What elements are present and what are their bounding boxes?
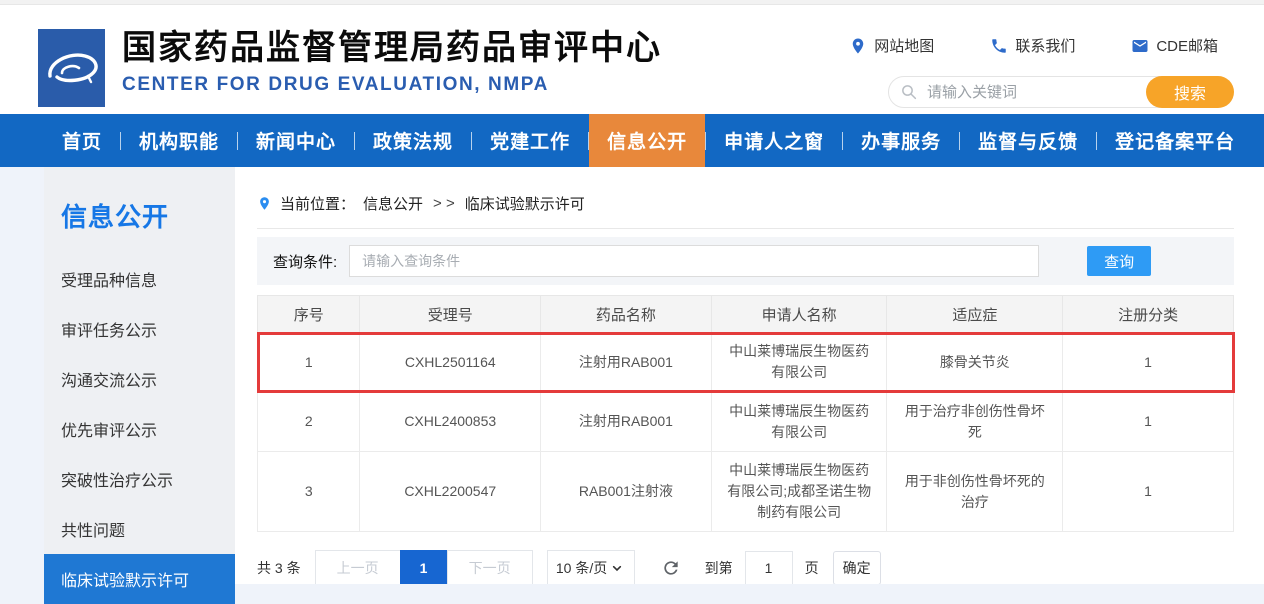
table-cell: 1 bbox=[1063, 333, 1234, 392]
quick-links: 网站地图 联系我们 CDE邮箱 bbox=[849, 35, 1218, 56]
results-table-body: 1CXHL2501164注射用RAB001中山莱博瑞辰生物医药有限公司膝骨关节炎… bbox=[258, 333, 1234, 532]
table-row-1[interactable]: 1CXHL2501164注射用RAB001中山莱博瑞辰生物医药有限公司膝骨关节炎… bbox=[258, 333, 1234, 392]
column-header: 药品名称 bbox=[541, 296, 712, 333]
mail-icon bbox=[1131, 37, 1149, 55]
refresh-icon[interactable] bbox=[661, 558, 681, 578]
sidebar-item-2[interactable]: 审评任务公示 bbox=[44, 304, 235, 354]
table-cell: CXHL2501164 bbox=[360, 333, 541, 392]
breadcrumb-label: 当前位置： bbox=[280, 193, 355, 214]
pagination-bar: 共 3 条 上一页 1 下一页 10 条/页 到第 页 确定 bbox=[257, 550, 1234, 584]
table-row-3[interactable]: 3CXHL2200547RAB001注射液中山莱博瑞辰生物医药有限公司;成都圣诺… bbox=[258, 452, 1234, 532]
page-number-1[interactable]: 1 bbox=[400, 550, 448, 584]
goto-page-label: 到第 bbox=[705, 558, 733, 578]
goto-page-input[interactable] bbox=[745, 551, 793, 584]
main-nav-items: 首页机构职能新闻中心政策法规党建工作信息公开申请人之窗办事服务监督与反馈登记备案… bbox=[44, 114, 1253, 167]
nav-item-10[interactable]: 登记备案平台 bbox=[1097, 114, 1253, 167]
query-input[interactable] bbox=[349, 245, 1039, 277]
location-pin-icon bbox=[257, 196, 272, 211]
breadcrumb-link-current-page[interactable]: 临床试验默示许可 bbox=[465, 193, 585, 214]
goto-page-unit: 页 bbox=[805, 558, 819, 578]
sidebar-item-4[interactable]: 优先审评公示 bbox=[44, 404, 235, 454]
results-table: 序号受理号药品名称申请人名称适应症注册分类 1CXHL2501164注射用RAB… bbox=[257, 295, 1234, 532]
cde-logo bbox=[38, 29, 105, 107]
table-cell: 用于治疗非创伤性骨坏死 bbox=[887, 392, 1063, 452]
quick-link-3[interactable]: CDE邮箱 bbox=[1131, 35, 1218, 56]
results-table-head: 序号受理号药品名称申请人名称适应症注册分类 bbox=[258, 296, 1234, 333]
prev-page-button[interactable]: 上一页 bbox=[315, 550, 401, 584]
breadcrumb-divider bbox=[257, 228, 1234, 229]
column-header: 申请人名称 bbox=[711, 296, 887, 333]
sidebar-title: 信息公开 bbox=[61, 197, 235, 234]
table-cell: 用于非创伤性骨坏死的治疗 bbox=[887, 452, 1063, 532]
query-button[interactable]: 查询 bbox=[1087, 246, 1151, 276]
quick-link-label: CDE邮箱 bbox=[1156, 35, 1218, 56]
sidebar-item-1[interactable]: 受理品种信息 bbox=[44, 254, 235, 304]
search-icon bbox=[900, 83, 918, 101]
nav-item-3[interactable]: 新闻中心 bbox=[238, 114, 354, 167]
query-label: 查询条件: bbox=[273, 251, 337, 272]
table-cell: 中山莱博瑞辰生物医药有限公司 bbox=[711, 333, 887, 392]
table-cell: 中山莱博瑞辰生物医药有限公司 bbox=[711, 392, 887, 452]
content-area: 信息公开 受理品种信息审评任务公示沟通交流公示优先审评公示突破性治疗公示共性问题… bbox=[0, 167, 1264, 584]
page-size-select[interactable]: 10 条/页 bbox=[547, 550, 635, 584]
table-cell: 中山莱博瑞辰生物医药有限公司;成都圣诺生物制药有限公司 bbox=[711, 452, 887, 532]
query-bar: 查询条件: 查询 bbox=[257, 237, 1234, 285]
sidebar-item-7[interactable]: 临床试验默示许可 bbox=[44, 554, 235, 604]
table-cell: 3 bbox=[258, 452, 360, 532]
nav-item-8[interactable]: 办事服务 bbox=[843, 114, 959, 167]
site-subtitle: CENTER FOR DRUG EVALUATION, NMPA bbox=[122, 74, 662, 96]
breadcrumb-link-info-disclosure[interactable]: 信息公开 bbox=[363, 193, 423, 214]
header-search-bar: 搜索 bbox=[888, 76, 1233, 108]
chevron-down-icon bbox=[609, 560, 625, 576]
cde-swirl-icon bbox=[44, 46, 100, 90]
table-cell: 注射用RAB001 bbox=[541, 333, 712, 392]
quick-link-1[interactable]: 网站地图 bbox=[849, 35, 934, 56]
sidebar: 信息公开 受理品种信息审评任务公示沟通交流公示优先审评公示突破性治疗公示共性问题… bbox=[44, 167, 235, 584]
column-header: 受理号 bbox=[360, 296, 541, 333]
site-title-block: 国家药品监督管理局药品审评中心 CENTER FOR DRUG EVALUATI… bbox=[122, 29, 662, 96]
quick-link-label: 网站地图 bbox=[874, 35, 934, 56]
nav-item-6[interactable]: 信息公开 bbox=[589, 114, 705, 167]
site-header: 国家药品监督管理局药品审评中心 CENTER FOR DRUG EVALUATI… bbox=[0, 5, 1264, 114]
total-count: 共 3 条 bbox=[257, 558, 301, 578]
page-size-value: 10 条/页 bbox=[556, 558, 607, 578]
nav-item-7[interactable]: 申请人之窗 bbox=[706, 114, 842, 167]
column-header: 序号 bbox=[258, 296, 360, 333]
header-row: 序号受理号药品名称申请人名称适应症注册分类 bbox=[258, 296, 1234, 333]
nav-item-4[interactable]: 政策法规 bbox=[355, 114, 471, 167]
site-title: 国家药品监督管理局药品审评中心 bbox=[122, 29, 662, 68]
table-cell: 2 bbox=[258, 392, 360, 452]
table-cell: 1 bbox=[258, 333, 360, 392]
phone-icon bbox=[990, 37, 1008, 55]
search-button[interactable]: 搜索 bbox=[1146, 76, 1234, 108]
sidebar-item-6[interactable]: 共性问题 bbox=[44, 504, 235, 554]
table-cell: 注射用RAB001 bbox=[541, 392, 712, 452]
next-page-button[interactable]: 下一页 bbox=[447, 550, 533, 584]
main-nav: 首页机构职能新闻中心政策法规党建工作信息公开申请人之窗办事服务监督与反馈登记备案… bbox=[0, 114, 1264, 167]
nav-item-2[interactable]: 机构职能 bbox=[121, 114, 237, 167]
column-header: 注册分类 bbox=[1063, 296, 1234, 333]
nav-item-9[interactable]: 监督与反馈 bbox=[960, 114, 1096, 167]
quick-link-label: 联系我们 bbox=[1015, 35, 1075, 56]
table-cell: 1 bbox=[1063, 452, 1234, 532]
breadcrumb: 当前位置： 信息公开 > > 临床试验默示许可 bbox=[257, 167, 1234, 214]
nav-item-5[interactable]: 党建工作 bbox=[472, 114, 588, 167]
column-header: 适应症 bbox=[887, 296, 1063, 333]
sidebar-list: 受理品种信息审评任务公示沟通交流公示优先审评公示突破性治疗公示共性问题临床试验默… bbox=[44, 254, 235, 604]
quick-link-2[interactable]: 联系我们 bbox=[990, 35, 1075, 56]
table-cell: CXHL2200547 bbox=[360, 452, 541, 532]
table-cell: RAB001注射液 bbox=[541, 452, 712, 532]
table-cell: 1 bbox=[1063, 392, 1234, 452]
nav-item-1[interactable]: 首页 bbox=[44, 114, 120, 167]
sidebar-item-3[interactable]: 沟通交流公示 bbox=[44, 354, 235, 404]
breadcrumb-separator: > > bbox=[433, 195, 455, 212]
table-cell: 膝骨关节炎 bbox=[887, 333, 1063, 392]
table-row-2[interactable]: 2CXHL2400853注射用RAB001中山莱博瑞辰生物医药有限公司用于治疗非… bbox=[258, 392, 1234, 452]
confirm-button[interactable]: 确定 bbox=[833, 551, 881, 584]
table-cell: CXHL2400853 bbox=[360, 392, 541, 452]
map-pin-icon bbox=[849, 37, 867, 55]
main-panel: 当前位置： 信息公开 > > 临床试验默示许可 查询条件: 查询 序号受理号药品… bbox=[235, 167, 1264, 584]
sidebar-item-5[interactable]: 突破性治疗公示 bbox=[44, 454, 235, 504]
pager-group: 上一页 1 下一页 bbox=[315, 550, 533, 584]
